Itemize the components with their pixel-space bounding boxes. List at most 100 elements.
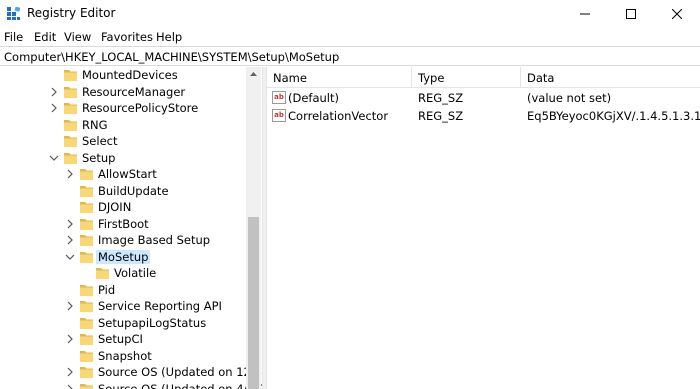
tree-item-label: Select <box>82 134 118 148</box>
chevron-right-icon[interactable] <box>49 102 59 114</box>
key-tree[interactable]: MountedDevices ResourceManager ResourcePol… <box>0 67 262 389</box>
value-row[interactable]: ab (Default) REG_SZ (value not set) <box>267 89 700 107</box>
tree-item[interactable]: ResourceManager <box>0 84 245 101</box>
value-data: Eq5BYeyoc0KGjXV/.1.4.5.1.3.113.23 <box>527 109 700 123</box>
menu-help[interactable]: Help <box>156 30 182 44</box>
chevron-right-icon[interactable] <box>49 86 59 98</box>
tree-item-label: DJOIN <box>98 200 132 214</box>
chevron-right-icon[interactable] <box>65 333 75 345</box>
value-type: REG_SZ <box>418 91 464 105</box>
maximize-icon <box>626 9 636 19</box>
tree-item[interactable]: Setup <box>0 150 245 167</box>
folder-icon <box>80 235 93 246</box>
tree-item[interactable]: MoSetup <box>0 249 245 266</box>
tree-item[interactable]: Snapshot <box>0 348 245 365</box>
tree-item-label: Source OS (Updated on 4/1/202 <box>98 381 262 389</box>
window-title: Registry Editor <box>27 6 116 20</box>
values-list[interactable]: Name Type Data ab (Default) REG_SZ (value n… <box>267 67 700 389</box>
column-name[interactable]: Name <box>267 67 412 88</box>
folder-icon <box>80 169 93 180</box>
tree-item-label: SetupCI <box>98 332 143 346</box>
tree-item[interactable]: Volatile <box>0 265 245 282</box>
tree-item-label: Source OS (Updated on 12/31/2 <box>98 365 262 379</box>
folder-icon <box>80 317 93 329</box>
menu-favorites[interactable]: Favorites <box>101 30 153 44</box>
tree-item-label: Pid <box>98 282 116 297</box>
chevron-down-icon[interactable] <box>49 152 59 164</box>
close-icon <box>672 9 682 19</box>
tree-item[interactable]: Service Reporting API <box>0 298 245 315</box>
close-button[interactable] <box>654 0 700 28</box>
chevron-down-icon[interactable] <box>65 251 75 263</box>
tree-item[interactable]: DJOIN <box>0 199 245 216</box>
folder-icon <box>80 367 93 378</box>
tree-item-label: Setup <box>82 150 116 165</box>
scroll-up-icon <box>250 72 257 76</box>
tree-item-label: Volatile <box>114 266 157 280</box>
tree-item-label: RNG <box>82 117 108 132</box>
column-data[interactable]: Data <box>521 67 700 88</box>
tree-item[interactable]: Select <box>0 133 245 150</box>
menu-file[interactable]: File <box>4 30 23 44</box>
minimize-button[interactable] <box>562 0 608 28</box>
list-header: Name Type Data <box>267 67 700 88</box>
tree-item-label: Service Reporting API <box>98 299 222 313</box>
chevron-right-icon[interactable] <box>65 168 75 180</box>
folder-icon <box>64 119 77 131</box>
folder-icon <box>80 350 93 362</box>
tree-item[interactable]: AllowStart <box>0 166 245 183</box>
title-bar: Registry Editor <box>0 0 700 28</box>
folder-icon <box>80 301 93 312</box>
scroll-thumb[interactable] <box>248 217 259 389</box>
folder-icon <box>80 185 93 197</box>
folder-icon <box>80 218 93 230</box>
tree-item[interactable]: SetupapiLogStatus <box>0 315 245 332</box>
folder-icon <box>64 136 77 147</box>
column-type[interactable]: Type <box>412 67 521 88</box>
value-name: (Default) <box>288 91 339 105</box>
tree-item-label: SetupapiLogStatus <box>98 315 207 330</box>
folder-icon <box>80 334 93 345</box>
tree-item[interactable]: MountedDevices <box>0 67 245 84</box>
tree-item-label: BuildUpdate <box>98 183 169 198</box>
folder-open-icon <box>80 251 93 263</box>
tree-item-label: Snapshot <box>98 348 152 363</box>
chevron-right-icon[interactable] <box>65 366 75 378</box>
scroll-up-button[interactable] <box>246 67 261 81</box>
value-name: CorrelationVector <box>288 109 389 123</box>
chevron-right-icon[interactable] <box>65 234 75 246</box>
tree-item-label: MountedDevices <box>82 68 178 82</box>
tree-item[interactable]: Source OS (Updated on 12/31/2 <box>0 364 262 381</box>
maximize-button[interactable] <box>608 0 654 28</box>
folder-icon <box>80 383 93 389</box>
tree-item[interactable]: SetupCI <box>0 331 245 348</box>
address-bar[interactable]: Computer\HKEY_LOCAL_MACHINE\SYSTEM\Setup… <box>0 46 700 66</box>
tree-item[interactable]: Source OS (Updated on 4/1/202 <box>0 381 262 389</box>
value-type: REG_SZ <box>418 109 464 123</box>
tree-item[interactable]: Pid <box>0 282 245 299</box>
tree-item[interactable]: RNG <box>0 117 245 134</box>
string-value-icon: ab <box>272 109 286 122</box>
tree-scrollbar[interactable] <box>246 67 261 389</box>
menu-bar: File Edit View Favorites Help <box>0 28 700 46</box>
value-row[interactable]: ab CorrelationVector REG_SZ Eq5BYeyoc0KGjXV… <box>267 107 700 125</box>
tree-item[interactable]: BuildUpdate <box>0 183 245 200</box>
folder-icon <box>80 202 93 213</box>
tree-item[interactable]: Image Based Setup <box>0 232 245 249</box>
value-data: (value not set) <box>527 91 612 105</box>
string-value-icon: ab <box>272 91 286 104</box>
tree-item-label: MoSetup <box>96 249 151 264</box>
minimize-icon <box>580 13 590 15</box>
chevron-right-icon[interactable] <box>65 383 75 389</box>
menu-view[interactable]: View <box>64 30 91 44</box>
folder-open-icon <box>64 152 77 164</box>
folder-icon <box>64 103 77 114</box>
folder-icon <box>64 86 77 98</box>
tree-item[interactable]: FirstBoot <box>0 216 245 233</box>
tree-item[interactable]: ResourcePolicyStore <box>0 100 245 117</box>
registry-editor-icon <box>7 7 20 20</box>
chevron-right-icon[interactable] <box>65 300 75 312</box>
menu-edit[interactable]: Edit <box>34 30 56 44</box>
tree-item-label: AllowStart <box>98 167 157 181</box>
chevron-right-icon[interactable] <box>65 218 75 230</box>
